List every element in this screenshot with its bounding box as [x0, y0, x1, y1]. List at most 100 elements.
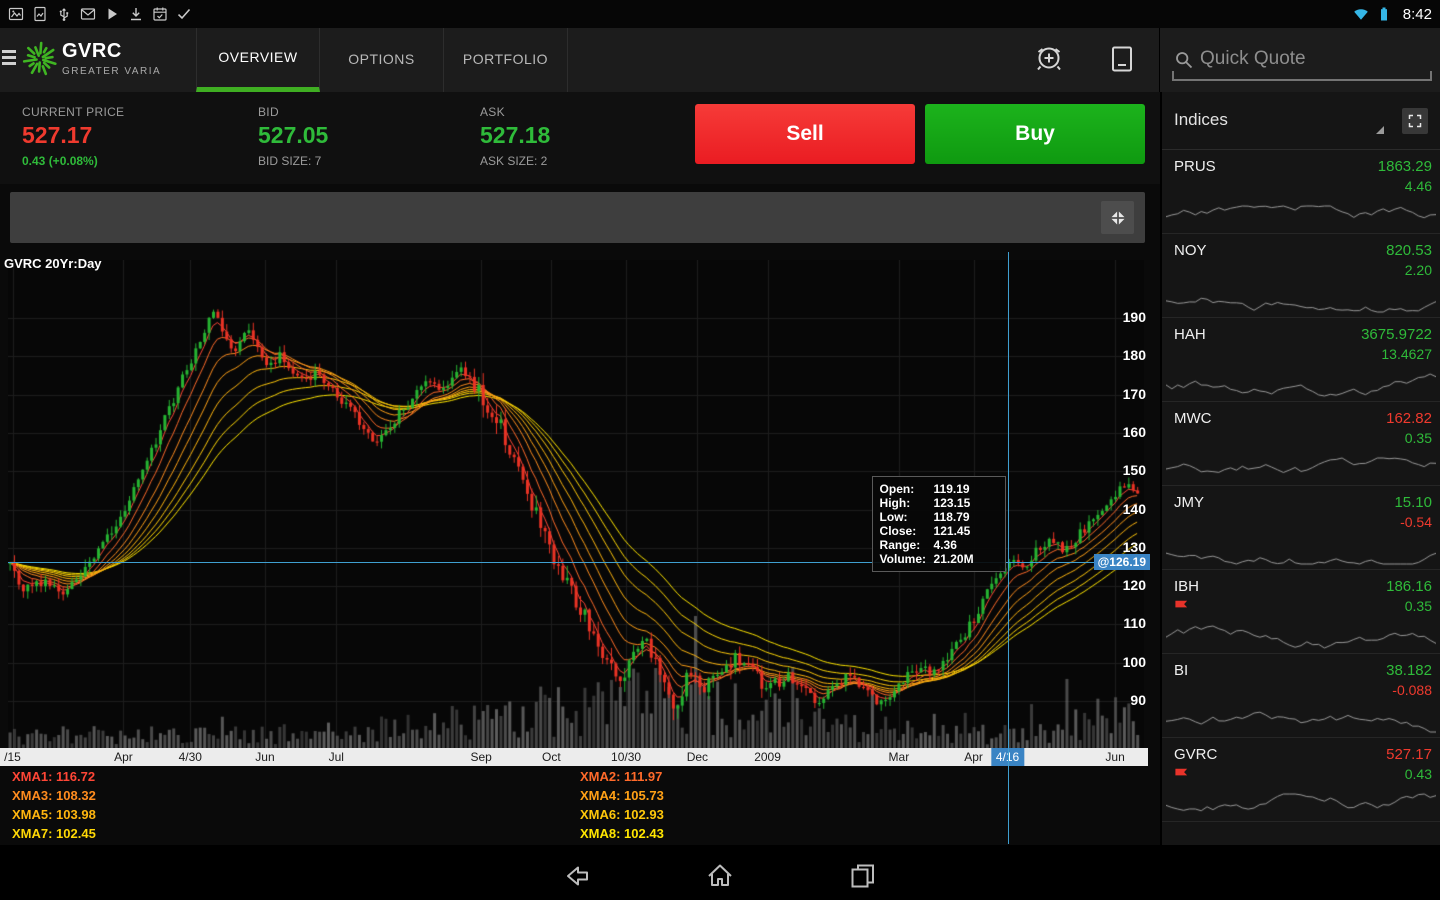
quote-bar: CURRENT PRICE 527.17 0.43 (+0.08%) BID 5…: [0, 92, 1160, 184]
collapse-chart-icon[interactable]: [1101, 201, 1134, 234]
x-axis-label: Jul: [329, 748, 344, 766]
expand-sidebar-icon[interactable]: [1402, 108, 1428, 134]
index-symbol: PRUS: [1174, 158, 1216, 175]
index-value: 186.16: [1386, 578, 1432, 595]
indices-dropdown-icon[interactable]: [1376, 126, 1384, 134]
index-row-ibh[interactable]: IBH186.160.35: [1162, 570, 1440, 654]
index-sparkline: [1166, 792, 1436, 818]
index-sparkline: [1166, 456, 1436, 482]
current-price-value: 527.17: [22, 122, 124, 149]
x-axis-label: 2009: [754, 748, 781, 766]
x-axis-label: Jun: [255, 748, 274, 766]
wifi-icon: [1353, 6, 1369, 22]
index-row-gvrc[interactable]: GVRC527.170.43: [1162, 738, 1440, 822]
play-icon: [104, 6, 120, 22]
note-remove-icon[interactable]: [1106, 43, 1140, 77]
y-axis-label: 180: [1123, 347, 1146, 363]
xma-readout: XMA3: 108.32: [12, 788, 96, 807]
flag-icon: [1174, 766, 1189, 778]
crosshair-price-label: @126.19: [1094, 554, 1150, 570]
tooltip-row: Open:119.19: [880, 482, 998, 496]
index-sparkline: [1166, 372, 1436, 398]
index-value: 15.10: [1394, 494, 1432, 511]
y-axis-label: 130: [1123, 539, 1146, 555]
main-panel: CURRENT PRICE 527.17 0.43 (+0.08%) BID 5…: [0, 92, 1160, 845]
index-symbol: IBH: [1174, 578, 1199, 595]
tab-overview[interactable]: OVERVIEW: [196, 28, 320, 92]
x-axis-label: Oct: [542, 748, 561, 766]
alert-add-icon[interactable]: [1033, 43, 1067, 77]
index-symbol: JMY: [1174, 494, 1204, 511]
xma-readout: XMA1: 116.72: [12, 769, 96, 788]
index-change: -0.088: [1392, 682, 1432, 698]
clock: 8:42: [1403, 6, 1432, 23]
index-row-hah[interactable]: HAH3675.972213.4627: [1162, 318, 1440, 402]
bid-price: 527.05: [258, 122, 328, 149]
quick-quote-input[interactable]: [1200, 42, 1420, 76]
back-icon[interactable]: [561, 860, 593, 892]
photo-icon: [8, 6, 24, 22]
x-axis-label: 4/30: [179, 748, 202, 766]
y-axis-label: 190: [1123, 309, 1146, 325]
sell-button[interactable]: Sell: [695, 104, 915, 164]
current-price-block: CURRENT PRICE 527.17 0.43 (+0.08%): [22, 105, 124, 168]
index-symbol: HAH: [1174, 326, 1206, 343]
indices-sidebar: Indices PRUS1863.294.46 NOY 820.53 2.20 HAH3…: [1160, 92, 1440, 845]
header-tabs: OVERVIEWOPTIONSPORTFOLIO: [196, 28, 568, 92]
mail-icon: [80, 6, 96, 22]
ask-label: ASK: [480, 105, 550, 119]
ask-price: 527.18: [480, 122, 550, 149]
index-value: 820.53: [1386, 242, 1432, 259]
index-row-prus[interactable]: PRUS1863.294.46: [1162, 150, 1440, 234]
tab-options[interactable]: OPTIONS: [320, 28, 444, 92]
x-axis: /15Apr4/30JunJulSepOct10/30Dec2009MarApr…: [0, 748, 1148, 766]
app-header: GVRC GREATER VARIA OVERVIEWOPTIONSPORTFO…: [0, 28, 1440, 92]
index-sparkline: [1166, 624, 1436, 650]
chart-toolbar: [10, 192, 1145, 243]
xma-readout: XMA4: 105.73: [580, 788, 664, 807]
ask-size: ASK SIZE: 2: [480, 154, 550, 168]
bid-label: BID: [258, 105, 328, 119]
index-symbol: BI: [1174, 662, 1188, 679]
tooltip-row: Close:121.45: [880, 524, 998, 538]
index-row-mwc[interactable]: MWC 162.82 0.35: [1162, 402, 1440, 486]
indices-header: Indices: [1162, 92, 1440, 150]
screenshot-icon: [32, 6, 48, 22]
ask-block: ASK 527.18 ASK SIZE: 2: [480, 105, 550, 168]
index-change: 2.20: [1405, 262, 1432, 278]
x-axis-label: /15: [4, 748, 21, 766]
tooltip-row: Low:118.79: [880, 510, 998, 524]
x-axis-label: Dec: [687, 748, 708, 766]
tooltip-row: Volume:21.20M: [880, 552, 998, 566]
menu-icon[interactable]: [2, 50, 17, 70]
index-row-jmy[interactable]: JMY15.10-0.54: [1162, 486, 1440, 570]
index-row-noy[interactable]: NOY 820.53 2.20: [1162, 234, 1440, 318]
index-change: 0.35: [1405, 430, 1432, 446]
x-axis-label: Jun: [1105, 748, 1124, 766]
home-icon[interactable]: [704, 860, 736, 892]
x-axis-label: Apr: [114, 748, 133, 766]
index-row-bi[interactable]: BI38.182-0.088: [1162, 654, 1440, 738]
index-value: 162.82: [1386, 410, 1432, 427]
tab-portfolio[interactable]: PORTFOLIO: [444, 28, 568, 92]
y-axis-label: 100: [1123, 654, 1146, 670]
index-sparkline: [1166, 204, 1436, 230]
index-symbol: NOY: [1174, 242, 1207, 259]
x-axis-label: Sep: [470, 748, 491, 766]
quick-quote-field[interactable]: [1160, 28, 1440, 92]
app-ticker: GVRC: [62, 40, 161, 63]
xma-readout: XMA7: 102.45: [12, 826, 96, 845]
android-nav-bar: [0, 852, 1440, 900]
x-axis-label: Apr: [964, 748, 983, 766]
x-axis-label: Mar: [889, 748, 910, 766]
indices-list-selector[interactable]: Indices: [1174, 110, 1228, 130]
chart-title: GVRC 20Yr:Day: [4, 256, 102, 271]
index-symbol: MWC: [1174, 410, 1212, 427]
indices-list: PRUS1863.294.46 NOY 820.53 2.20 HAH3675.9722…: [1162, 150, 1440, 822]
index-change: 13.4627: [1381, 346, 1432, 362]
index-change: 4.46: [1405, 178, 1432, 194]
buy-button[interactable]: Buy: [925, 104, 1145, 164]
index-symbol: GVRC: [1174, 746, 1217, 763]
recents-icon[interactable]: [847, 860, 879, 892]
index-sparkline: [1166, 708, 1436, 734]
